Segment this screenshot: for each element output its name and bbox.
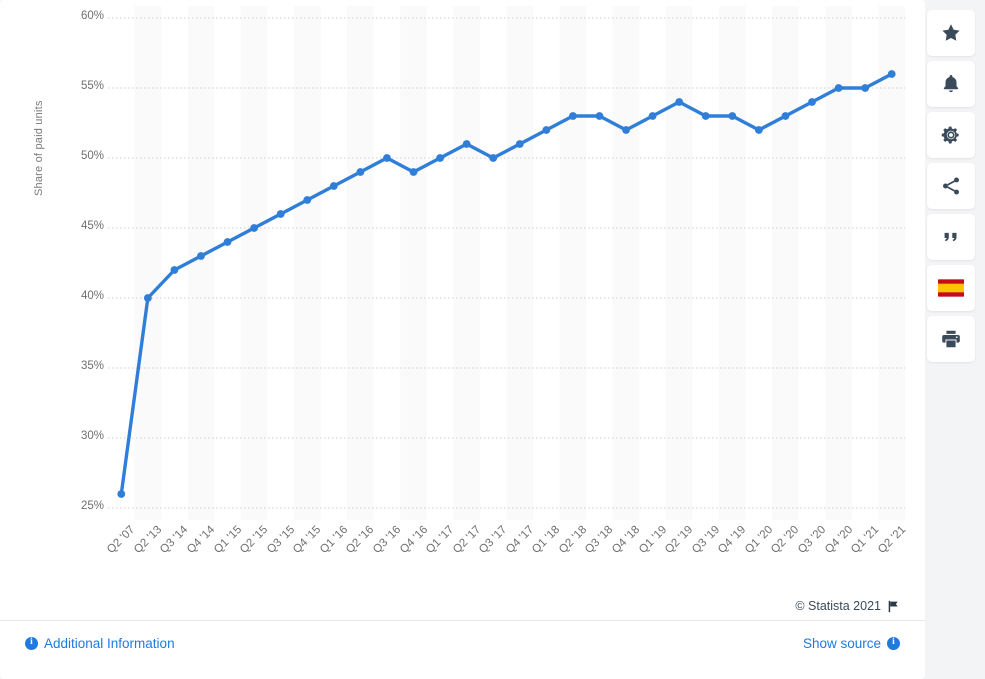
footer-bar: i Additional Information Show source i (0, 620, 925, 665)
show-source-label: Show source (802, 635, 881, 651)
quote-icon (944, 232, 957, 242)
chart-card: Share of paid units 25% 30% 35% 40% 45% 50% 55… (0, 0, 925, 679)
share-icon (943, 177, 959, 195)
side-toolbar (927, 10, 975, 362)
print-button[interactable] (927, 316, 975, 362)
citation-button[interactable] (927, 214, 975, 260)
settings-button[interactable] (927, 112, 975, 158)
language-button[interactable] (927, 265, 975, 311)
copyright-notice: © Statista 2021 (795, 599, 900, 613)
x-axis-ticks: Q2 '07 Q2 '13 Q3 '14 Q4 '14 Q1 '15 Q2 '15 Q3 '… (0, 0, 925, 595)
screenshot-root: Share of paid units 25% 30% 35% 40% 45% 50% 55… (0, 0, 985, 679)
additional-information-label: Additional Information (44, 635, 175, 651)
info-icon: i (25, 636, 38, 650)
show-source-link[interactable]: Show source i (803, 636, 900, 651)
info-icon: i (887, 636, 900, 650)
spain-flag-icon (938, 279, 964, 297)
bell-icon (943, 75, 959, 93)
star-icon (942, 24, 960, 41)
additional-information-link[interactable]: i Additional Information (25, 636, 175, 651)
share-button[interactable] (927, 163, 975, 209)
flag-icon (888, 600, 898, 612)
gear-icon (941, 126, 959, 144)
favorite-button[interactable] (927, 10, 975, 56)
line-chart: Share of paid units 25% 30% 35% 40% 45% 50% 55… (0, 0, 925, 595)
copyright-text: © Statista 2021 (795, 599, 881, 613)
notification-button[interactable] (927, 61, 975, 107)
printer-icon (942, 330, 960, 348)
